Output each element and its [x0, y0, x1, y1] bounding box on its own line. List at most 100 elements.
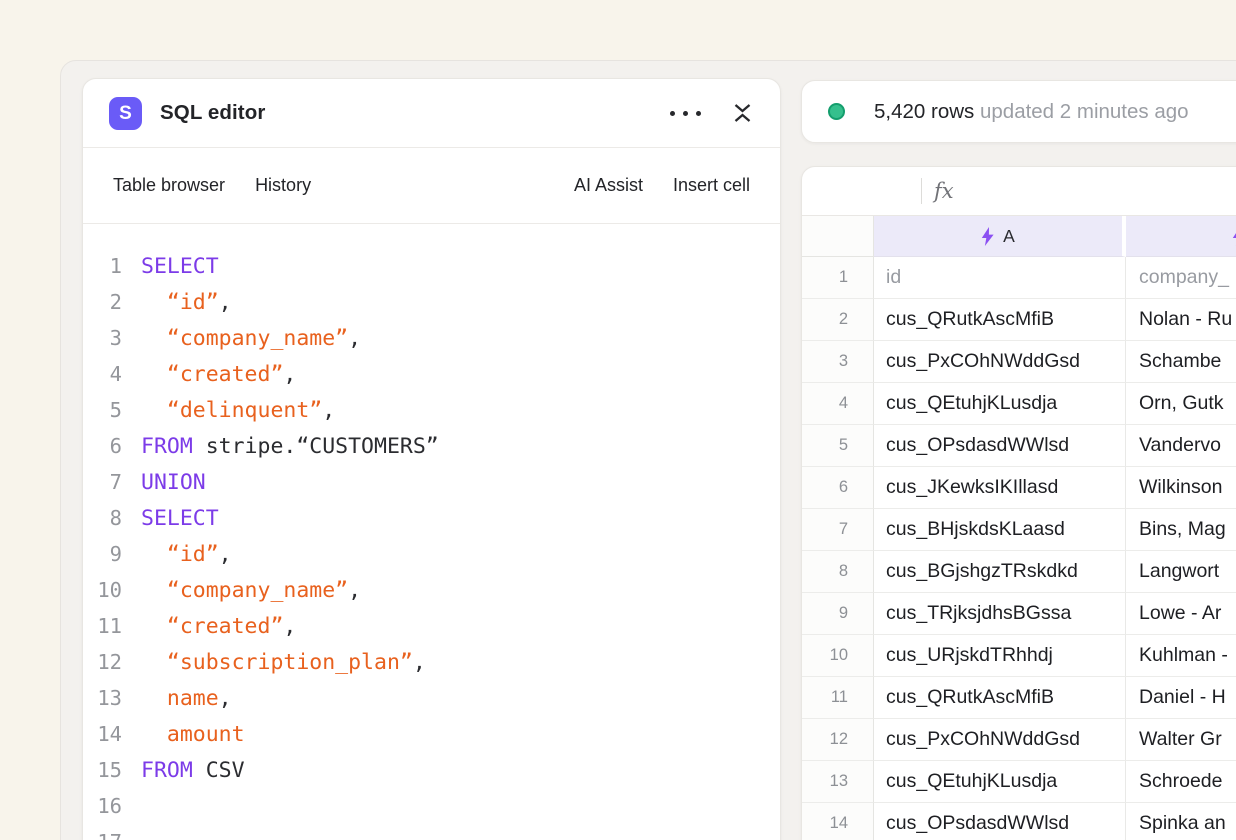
- row-number[interactable]: 14: [802, 803, 874, 840]
- cell-a[interactable]: cus_QEtuhjKLusdja: [874, 761, 1126, 803]
- code-line: 9 “id”,: [83, 536, 780, 572]
- cell-a[interactable]: cus_PxCOhNWddGsd: [874, 341, 1126, 383]
- code-line: 16: [83, 788, 780, 824]
- code-line: 6 FROM stripe.“CUSTOMERS”: [83, 428, 780, 464]
- row-number[interactable]: 11: [802, 677, 874, 719]
- cell-a[interactable]: cus_BGjshgzTRskdkd: [874, 551, 1126, 593]
- code-line: 8SELECT: [83, 500, 780, 536]
- code-line-number: 3: [83, 326, 122, 350]
- cell-b[interactable]: Daniel - H: [1126, 677, 1236, 719]
- row-number[interactable]: 2: [802, 299, 874, 341]
- code-line-text: name,: [141, 686, 232, 711]
- sql-editor-badge-letter: S: [119, 104, 132, 123]
- cell-b[interactable]: Wilkinson: [1126, 467, 1236, 509]
- cell-a[interactable]: cus_OPsdasdWWlsd: [874, 425, 1126, 467]
- cell-b[interactable]: Schambe: [1126, 341, 1236, 383]
- row-number[interactable]: 3: [802, 341, 874, 383]
- code-line-number: 17: [83, 830, 122, 840]
- row-number[interactable]: 8: [802, 551, 874, 593]
- row-number[interactable]: 7: [802, 509, 874, 551]
- code-line-number: 6: [83, 434, 122, 458]
- code-line: 17: [83, 824, 780, 840]
- code-line-number: 5: [83, 398, 122, 422]
- table-row: 2cus_QRutkAscMfiBNolan - Ru: [802, 299, 1236, 341]
- code-line: 4 “created”,: [83, 356, 780, 392]
- cell-b[interactable]: Lowe - Ar: [1126, 593, 1236, 635]
- formula-bar: fx: [802, 167, 1236, 216]
- cell-a[interactable]: cus_JKewksIKIllasd: [874, 467, 1126, 509]
- table-row: 9cus_TRjksjdhsBGssaLowe - Ar: [802, 593, 1236, 635]
- row-number[interactable]: 9: [802, 593, 874, 635]
- code-line: 15FROM CSV: [83, 752, 780, 788]
- cell-b[interactable]: Vandervo: [1126, 425, 1236, 467]
- cell-b[interactable]: Kuhlman -: [1126, 635, 1236, 677]
- column-header-a[interactable]: A: [874, 216, 1126, 257]
- sql-code-editor[interactable]: 1SELECT2 “id”,3 “company_name”,4 “create…: [83, 224, 780, 840]
- table-row: 5cus_OPsdasdWWlsdVandervo: [802, 425, 1236, 467]
- button-ai-assist[interactable]: AI Assist: [574, 175, 643, 196]
- code-line-number: 14: [83, 722, 122, 746]
- cell-a[interactable]: id: [874, 257, 1126, 299]
- code-line-text: UNION: [141, 470, 206, 495]
- table-row: 12cus_PxCOhNWddGsdWalter Gr: [802, 719, 1236, 761]
- cell-b[interactable]: Orn, Gutk: [1126, 383, 1236, 425]
- updated-timestamp: updated 2 minutes ago: [980, 100, 1189, 123]
- code-line-text: “id”,: [141, 542, 232, 567]
- cell-a[interactable]: cus_QEtuhjKLusdja: [874, 383, 1126, 425]
- collapse-icon[interactable]: [731, 100, 754, 126]
- cell-a[interactable]: cus_OPsdasdWWlsd: [874, 803, 1126, 840]
- code-line: 12 “subscription_plan”,: [83, 644, 780, 680]
- code-line-number: 10: [83, 578, 122, 602]
- code-line-text: FROM CSV: [141, 758, 245, 783]
- code-line-number: 9: [83, 542, 122, 566]
- cell-b[interactable]: Nolan - Ru: [1126, 299, 1236, 341]
- row-number[interactable]: 5: [802, 425, 874, 467]
- row-count: 5,420 rows: [874, 100, 974, 123]
- cell-b[interactable]: Spinka an: [1126, 803, 1236, 840]
- cell-a[interactable]: cus_QRutkAscMfiB: [874, 677, 1126, 719]
- code-line: 2 “id”,: [83, 284, 780, 320]
- column-header-b[interactable]: B: [1126, 216, 1236, 257]
- code-line-number: 7: [83, 470, 122, 494]
- cell-b[interactable]: company_: [1126, 257, 1236, 299]
- lightning-bolt-icon: [1232, 227, 1236, 246]
- cell-a[interactable]: cus_BHjskdsKLaasd: [874, 509, 1126, 551]
- table-row: 11cus_QRutkAscMfiBDaniel - H: [802, 677, 1236, 719]
- fx-icon: fx: [934, 179, 954, 203]
- row-number[interactable]: 12: [802, 719, 874, 761]
- tab-history[interactable]: History: [255, 175, 311, 196]
- more-options-icon[interactable]: [668, 107, 703, 120]
- code-line: 7 UNION: [83, 464, 780, 500]
- column-letter: A: [1003, 226, 1015, 247]
- code-line: 13 name,: [83, 680, 780, 716]
- code-line: 3 “company_name”,: [83, 320, 780, 356]
- table-row: 1idcompany_: [802, 257, 1236, 299]
- code-line-text: FROM stripe.“CUSTOMERS”: [141, 434, 439, 459]
- cell-a[interactable]: cus_URjskdTRhhdj: [874, 635, 1126, 677]
- code-line-number: 11: [83, 614, 122, 638]
- cell-b[interactable]: Schroede: [1126, 761, 1236, 803]
- table-row: 6cus_JKewksIKIllasdWilkinson: [802, 467, 1236, 509]
- cell-a[interactable]: cus_TRjksjdhsBGssa: [874, 593, 1126, 635]
- results-spreadsheet-panel: fx A B 1idcompany_2cus_QRutkAscMfiBNolan…: [801, 166, 1236, 840]
- select-all-corner-cell[interactable]: [802, 216, 874, 257]
- row-number[interactable]: 4: [802, 383, 874, 425]
- row-number[interactable]: 10: [802, 635, 874, 677]
- screen: S SQL editor Table browser History AI As…: [0, 0, 1236, 840]
- cell-b[interactable]: Langwort: [1126, 551, 1236, 593]
- button-insert-cell[interactable]: Insert cell: [673, 175, 750, 196]
- table-row: 4cus_QEtuhjKLusdjaOrn, Gutk: [802, 383, 1236, 425]
- cell-reference-box[interactable]: [802, 167, 921, 215]
- code-line-text: “company_name”,: [141, 578, 361, 603]
- cell-a[interactable]: cus_PxCOhNWddGsd: [874, 719, 1126, 761]
- code-line: 11 “created”,: [83, 608, 780, 644]
- row-number[interactable]: 13: [802, 761, 874, 803]
- code-line: 5 “delinquent”,: [83, 392, 780, 428]
- tab-table-browser[interactable]: Table browser: [113, 175, 225, 196]
- row-number[interactable]: 1: [802, 257, 874, 299]
- cell-b[interactable]: Bins, Mag: [1126, 509, 1236, 551]
- cell-a[interactable]: cus_QRutkAscMfiB: [874, 299, 1126, 341]
- cell-b[interactable]: Walter Gr: [1126, 719, 1236, 761]
- code-line-number: 12: [83, 650, 122, 674]
- row-number[interactable]: 6: [802, 467, 874, 509]
